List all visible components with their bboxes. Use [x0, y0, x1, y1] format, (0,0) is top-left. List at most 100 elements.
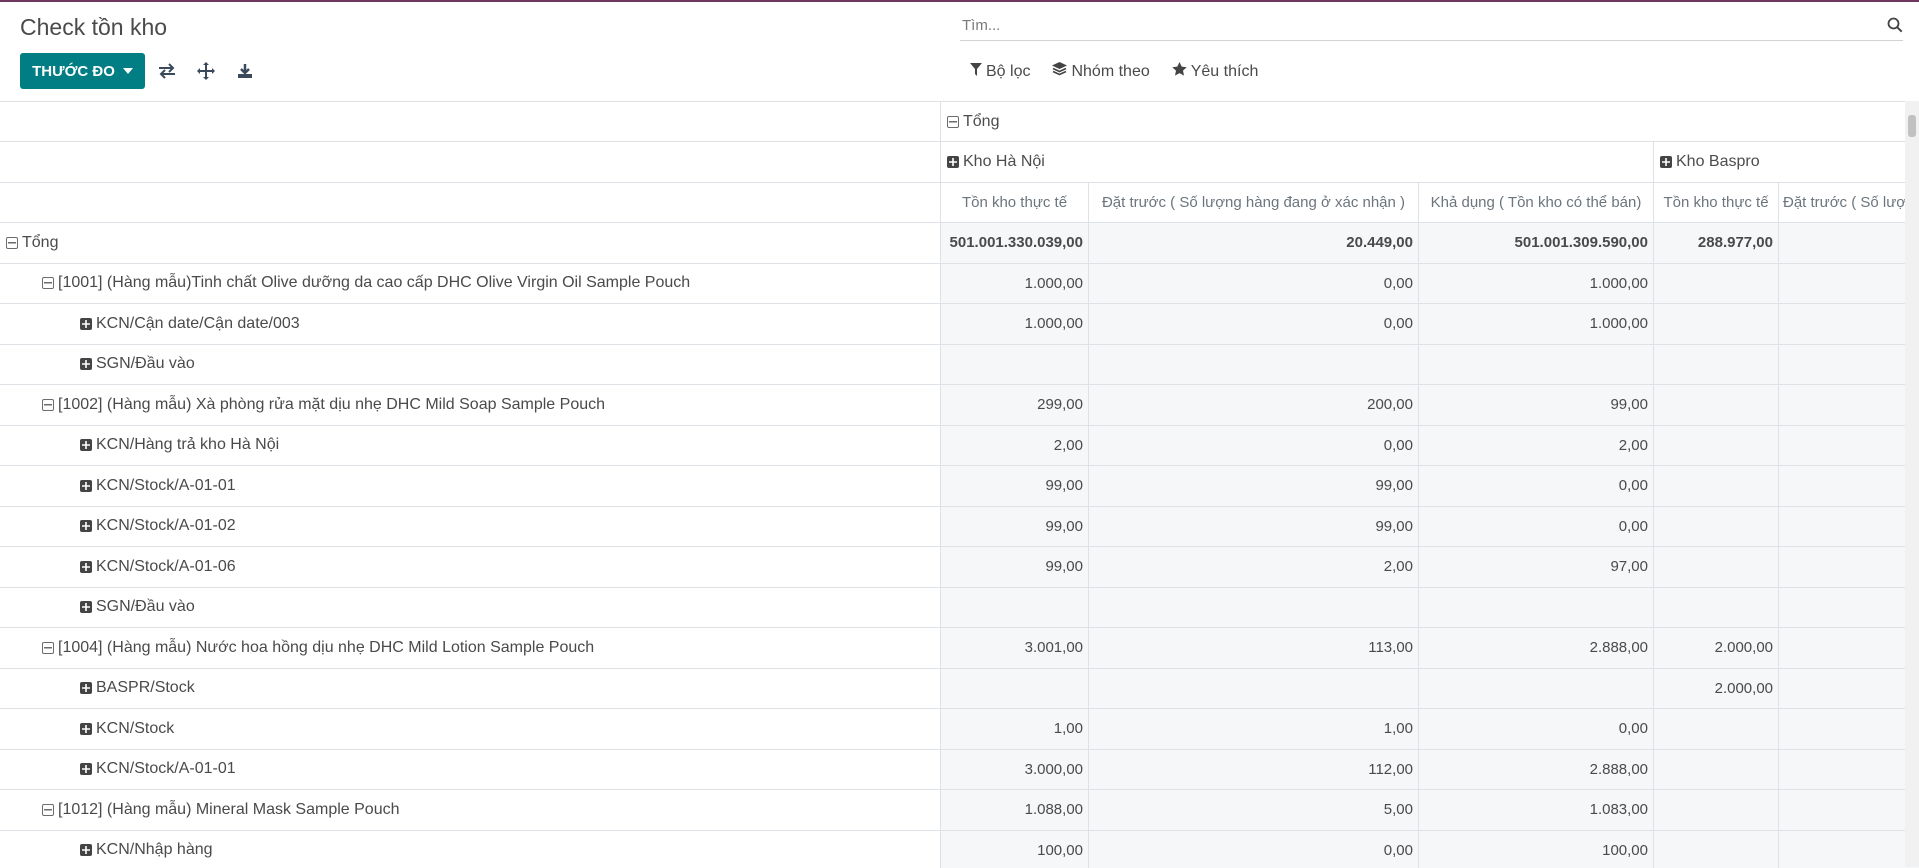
row-header[interactable]: KCN/Cận date/Cận date/003: [0, 304, 940, 344]
value-cell[interactable]: 20.449,00: [1088, 223, 1418, 263]
value-cell[interactable]: 501.001.330.039,00: [940, 223, 1088, 263]
value-cell[interactable]: 100,00: [1418, 831, 1653, 868]
value-cell[interactable]: [1653, 750, 1778, 790]
value-cell[interactable]: [1418, 345, 1653, 385]
measure-header[interactable]: Tồn kho thực tế: [940, 183, 1088, 222]
row-header[interactable]: KCN/Stock/A-01-01: [0, 466, 940, 506]
measures-dropdown-button[interactable]: THƯỚC ĐO: [20, 53, 145, 89]
value-cell[interactable]: 501.001.309.590,00: [1418, 223, 1653, 263]
value-cell[interactable]: 99,00: [940, 507, 1088, 547]
value-cell[interactable]: 299,00: [940, 385, 1088, 425]
flip-axis-icon[interactable]: [155, 59, 179, 83]
value-cell[interactable]: [1778, 628, 1919, 668]
row-header[interactable]: KCN/Nhập hàng: [0, 831, 940, 868]
row-header[interactable]: BASPR/Stock: [0, 669, 940, 709]
value-cell[interactable]: [940, 588, 1088, 628]
value-cell[interactable]: [1778, 547, 1919, 587]
row-header[interactable]: KCN/Hàng trả kho Hà Nội: [0, 426, 940, 466]
value-cell[interactable]: 99,00: [1088, 507, 1418, 547]
value-cell[interactable]: 1.000,00: [940, 264, 1088, 304]
measure-header[interactable]: Đặt trước ( Số lượ: [1778, 183, 1919, 222]
value-cell[interactable]: [1778, 750, 1919, 790]
value-cell[interactable]: 2.888,00: [1418, 628, 1653, 668]
value-cell[interactable]: [1653, 466, 1778, 506]
value-cell[interactable]: 99,00: [940, 547, 1088, 587]
filter-button[interactable]: Bộ lọc: [970, 62, 1030, 81]
row-header[interactable]: [1001] (Hàng mẫu)Tinh chất Olive dưỡng d…: [0, 264, 940, 304]
value-cell[interactable]: 0,00: [1418, 466, 1653, 506]
row-header[interactable]: Tổng: [0, 223, 940, 263]
value-cell[interactable]: [1778, 385, 1919, 425]
value-cell[interactable]: [1653, 790, 1778, 830]
value-cell[interactable]: [1778, 588, 1919, 628]
value-cell[interactable]: 2.000,00: [1653, 669, 1778, 709]
value-cell[interactable]: [1778, 345, 1919, 385]
value-cell[interactable]: 0,00: [1418, 507, 1653, 547]
value-cell[interactable]: 1,00: [1088, 709, 1418, 749]
value-cell[interactable]: [1653, 345, 1778, 385]
measure-header[interactable]: Tồn kho thực tế: [1653, 183, 1778, 222]
group-by-button[interactable]: Nhóm theo: [1052, 62, 1149, 81]
row-header[interactable]: SGN/Đầu vào: [0, 588, 940, 628]
value-cell[interactable]: 5,00: [1088, 790, 1418, 830]
value-cell[interactable]: 99,00: [1418, 385, 1653, 425]
value-cell[interactable]: [1778, 304, 1919, 344]
row-header[interactable]: [1004] (Hàng mẫu) Nước hoa hồng dịu nhẹ …: [0, 628, 940, 668]
row-header[interactable]: [1012] (Hàng mẫu) Mineral Mask Sample Po…: [0, 790, 940, 830]
vertical-scrollbar[interactable]: [1905, 101, 1919, 867]
value-cell[interactable]: 1.000,00: [940, 304, 1088, 344]
value-cell[interactable]: [1778, 466, 1919, 506]
value-cell[interactable]: 1.088,00: [940, 790, 1088, 830]
value-cell[interactable]: 2.888,00: [1418, 750, 1653, 790]
value-cell[interactable]: 3.001,00: [940, 628, 1088, 668]
value-cell[interactable]: [1653, 385, 1778, 425]
value-cell[interactable]: 100,00: [940, 831, 1088, 868]
value-cell[interactable]: 1,00: [940, 709, 1088, 749]
row-header[interactable]: KCN/Stock/A-01-02: [0, 507, 940, 547]
row-header[interactable]: SGN/Đầu vào: [0, 345, 940, 385]
favorites-button[interactable]: Yêu thích: [1172, 62, 1259, 81]
value-cell[interactable]: 0,00: [1088, 304, 1418, 344]
value-cell[interactable]: 1.083,00: [1418, 790, 1653, 830]
value-cell[interactable]: [1653, 588, 1778, 628]
value-cell[interactable]: [1778, 669, 1919, 709]
measure-header[interactable]: Đặt trước ( Số lượng hàng đang ở xác nhậ…: [1088, 183, 1418, 222]
value-cell[interactable]: 113,00: [1088, 628, 1418, 668]
value-cell[interactable]: 1.000,00: [1418, 304, 1653, 344]
value-cell[interactable]: 288.977,00: [1653, 223, 1778, 263]
value-cell[interactable]: [1778, 790, 1919, 830]
value-cell[interactable]: [1778, 831, 1919, 868]
expand-all-icon[interactable]: [194, 59, 218, 83]
value-cell[interactable]: [1778, 507, 1919, 547]
value-cell[interactable]: [1418, 588, 1653, 628]
value-cell[interactable]: [1778, 426, 1919, 466]
value-cell[interactable]: [1653, 709, 1778, 749]
row-header[interactable]: KCN/Stock/A-01-01: [0, 750, 940, 790]
header-group-kho-baspro[interactable]: Kho Baspro: [1653, 142, 1919, 182]
value-cell[interactable]: [1653, 547, 1778, 587]
value-cell[interactable]: 2,00: [1088, 547, 1418, 587]
value-cell[interactable]: [1653, 507, 1778, 547]
value-cell[interactable]: [1088, 345, 1418, 385]
value-cell[interactable]: 99,00: [1088, 466, 1418, 506]
row-header[interactable]: KCN/Stock: [0, 709, 940, 749]
value-cell[interactable]: [1088, 588, 1418, 628]
header-group-kho-ha-noi[interactable]: Kho Hà Nội: [940, 142, 1653, 182]
search-bar[interactable]: Tìm...: [960, 10, 1903, 41]
value-cell[interactable]: 1.000,00: [1418, 264, 1653, 304]
row-header[interactable]: KCN/Stock/A-01-06: [0, 547, 940, 587]
value-cell[interactable]: [1418, 669, 1653, 709]
value-cell[interactable]: [1778, 223, 1919, 263]
value-cell[interactable]: [940, 345, 1088, 385]
download-icon[interactable]: [233, 59, 257, 83]
value-cell[interactable]: [1778, 264, 1919, 304]
value-cell[interactable]: [1778, 709, 1919, 749]
value-cell[interactable]: 0,00: [1418, 709, 1653, 749]
value-cell[interactable]: [1653, 264, 1778, 304]
value-cell[interactable]: 2,00: [940, 426, 1088, 466]
value-cell[interactable]: 0,00: [1088, 264, 1418, 304]
value-cell[interactable]: [1088, 669, 1418, 709]
value-cell[interactable]: 200,00: [1088, 385, 1418, 425]
value-cell[interactable]: [1653, 426, 1778, 466]
value-cell[interactable]: 3.000,00: [940, 750, 1088, 790]
